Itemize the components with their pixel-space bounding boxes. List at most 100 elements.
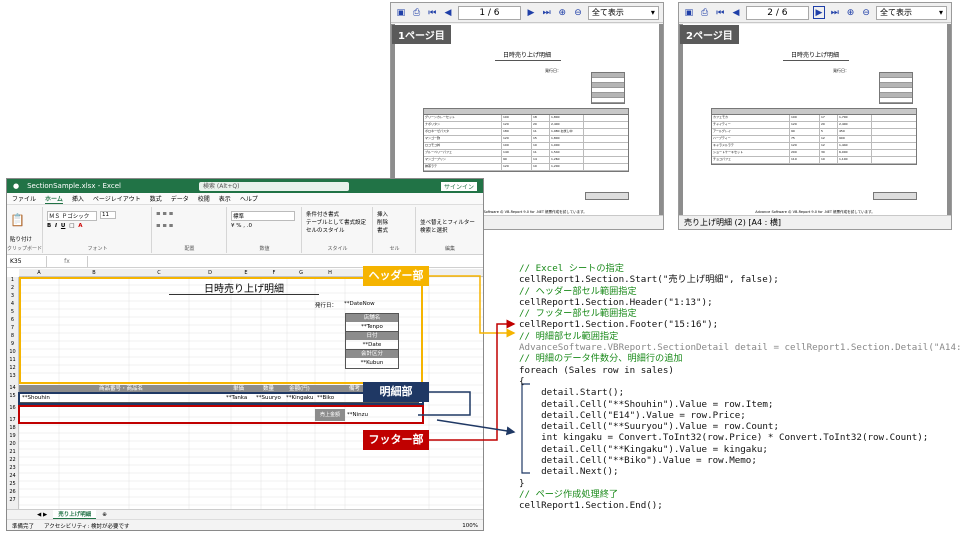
row-header[interactable]: 21 — [7, 449, 18, 455]
next-page-icon[interactable]: ▶ — [525, 6, 537, 19]
column-header-G[interactable]: G — [287, 270, 315, 276]
row-header[interactable]: 20 — [7, 441, 18, 447]
row-header[interactable]: 8 — [7, 333, 18, 339]
fx-icon[interactable]: fx — [47, 258, 87, 265]
paste-icon[interactable]: 📋 — [10, 213, 25, 227]
percent-icon[interactable]: ¥ % , .0 — [231, 223, 252, 229]
row-header[interactable]: 15 — [7, 393, 18, 399]
group-caption: 配置 — [184, 246, 195, 252]
zoom-out-icon[interactable]: ⊖ — [860, 6, 872, 19]
font-name-select[interactable]: ＭＳ Ｐゴシック — [47, 211, 97, 221]
format-cells-button[interactable]: 書式 — [377, 226, 388, 234]
column-header-C[interactable]: C — [129, 270, 189, 276]
sheet-nav-icon[interactable]: ◀ ▶ — [37, 512, 47, 518]
code-line: detail.Cell("**Kingaku").Value = kingaku… — [519, 443, 768, 455]
row-header[interactable]: 4 — [7, 301, 18, 307]
name-box[interactable]: K35 — [7, 255, 47, 267]
paper-table-row: チャイティー 120 20 2,400 — [712, 122, 916, 129]
prev-page-icon[interactable]: ◀ — [730, 6, 742, 19]
align-top-icon[interactable]: ≡ ≡ ≡ — [156, 211, 173, 217]
row-header[interactable]: 7 — [7, 325, 18, 331]
column-header-F[interactable]: F — [261, 270, 287, 276]
print-icon[interactable]: ⎙ — [411, 6, 423, 19]
preview-canvas[interactable]: 日時売り上げ明細 発行日： カフェモカ 100 17 1,700 チャイティー 120 20… — [679, 24, 951, 215]
row-header[interactable]: 16 — [7, 405, 18, 411]
code-line: detail.Cell("**Suuryou").Value = row.Cou… — [519, 421, 779, 433]
tab-1[interactable]: ホーム — [45, 194, 63, 204]
zoom-select[interactable]: 全て表示 ▾ — [587, 5, 659, 20]
font-size-select[interactable]: 11 — [100, 211, 116, 219]
format-as-table-button[interactable]: テーブルとして書式設定 — [306, 218, 366, 226]
column-header-H[interactable]: H — [315, 270, 345, 276]
row-header[interactable]: 5 — [7, 309, 18, 315]
row-header[interactable]: 9 — [7, 341, 18, 347]
tab-6[interactable]: 校閲 — [198, 194, 210, 203]
header-section-outline — [19, 277, 423, 384]
page-indicator[interactable]: 1 / 6 — [457, 5, 522, 20]
row-header[interactable]: 19 — [7, 433, 18, 439]
search-box[interactable]: 検索 (Alt+Q) — [198, 181, 349, 191]
row-header[interactable]: 22 — [7, 457, 18, 463]
conditional-format-button[interactable]: 条件付き書式 — [306, 210, 339, 218]
sort-filter-button[interactable]: 並べ替えとフィルター — [420, 218, 475, 226]
row-header[interactable]: 6 — [7, 317, 18, 323]
print-icon[interactable]: ⎙ — [699, 6, 711, 19]
formula-input[interactable] — [87, 255, 483, 267]
tab-4[interactable]: 数式 — [150, 194, 162, 203]
tab-2[interactable]: 挿入 — [72, 194, 84, 203]
sheet-tab-sales[interactable]: 売り上げ明細 — [53, 509, 97, 520]
paste-button[interactable]: 貼り付け — [10, 235, 32, 243]
row-header[interactable]: 1 — [7, 277, 18, 283]
tab-3[interactable]: ページレイアウト — [93, 194, 141, 203]
row-header[interactable]: 23 — [7, 465, 18, 471]
save-icon[interactable]: ▣ — [683, 6, 695, 19]
zoom-out-icon[interactable]: ⊖ — [572, 6, 584, 19]
zoom-select[interactable]: 全て表示 ▾ — [876, 5, 948, 20]
callout-header: ヘッダー部 — [363, 266, 429, 286]
row-header[interactable]: 11 — [7, 357, 18, 363]
last-page-icon[interactable]: ⏭ — [829, 6, 841, 19]
number-format-select[interactable]: 標準 — [231, 211, 295, 221]
next-page-icon[interactable]: ▶ — [813, 6, 825, 19]
row-header[interactable]: 27 — [7, 497, 18, 503]
save-icon[interactable]: ▣ — [395, 6, 407, 19]
align-left-icon[interactable]: ≡ ≡ ≡ — [156, 223, 173, 229]
cell-styles-button[interactable]: セルのスタイル — [306, 226, 345, 234]
insert-cells-button[interactable]: 挿入 — [377, 210, 388, 218]
row-header[interactable]: 12 — [7, 365, 18, 371]
delete-cells-button[interactable]: 削除 — [377, 218, 388, 226]
row-header[interactable]: 13 — [7, 373, 18, 379]
add-sheet-icon[interactable]: ⊕ — [102, 512, 107, 518]
tab-0[interactable]: ファイル — [12, 194, 36, 203]
signin-button[interactable]: サインイン — [440, 181, 477, 191]
first-page-icon[interactable]: ⏮ — [714, 6, 726, 19]
column-header-A[interactable]: A — [19, 270, 59, 276]
find-select-button[interactable]: 検索と選択 — [420, 226, 448, 234]
tab-8[interactable]: ヘルプ — [240, 194, 258, 203]
row-header[interactable]: 3 — [7, 293, 18, 299]
row-header[interactable]: 26 — [7, 489, 18, 495]
zoom-in-icon[interactable]: ⊕ — [556, 6, 568, 19]
row-header[interactable]: 2 — [7, 285, 18, 291]
page-indicator[interactable]: 2 / 6 — [745, 5, 810, 20]
row-header[interactable]: 24 — [7, 473, 18, 479]
row-header[interactable]: 10 — [7, 349, 18, 355]
tab-7[interactable]: 表示 — [219, 194, 231, 203]
last-page-icon[interactable]: ⏭ — [541, 6, 553, 19]
zoom-in-icon[interactable]: ⊕ — [845, 6, 857, 19]
zoom-level[interactable]: 100% — [462, 523, 478, 529]
first-page-icon[interactable]: ⏮ — [426, 6, 438, 19]
bold-button[interactable]: B I U □ A — [47, 223, 83, 229]
column-header-D[interactable]: D — [189, 270, 231, 276]
zoom-value: 全て表示 — [880, 8, 913, 17]
column-header-E[interactable]: E — [231, 270, 261, 276]
row-header[interactable]: 17 — [7, 417, 18, 423]
column-header-B[interactable]: B — [59, 270, 129, 276]
row-header[interactable]: 18 — [7, 425, 18, 431]
row-header[interactable]: 25 — [7, 481, 18, 487]
autosave-icon[interactable]: ● — [13, 182, 19, 190]
status-accessibility[interactable]: アクセシビリティ: 検討が必要です — [44, 522, 130, 530]
prev-page-icon[interactable]: ◀ — [442, 6, 454, 19]
tab-5[interactable]: データ — [171, 194, 189, 203]
row-header[interactable]: 14 — [7, 385, 18, 391]
